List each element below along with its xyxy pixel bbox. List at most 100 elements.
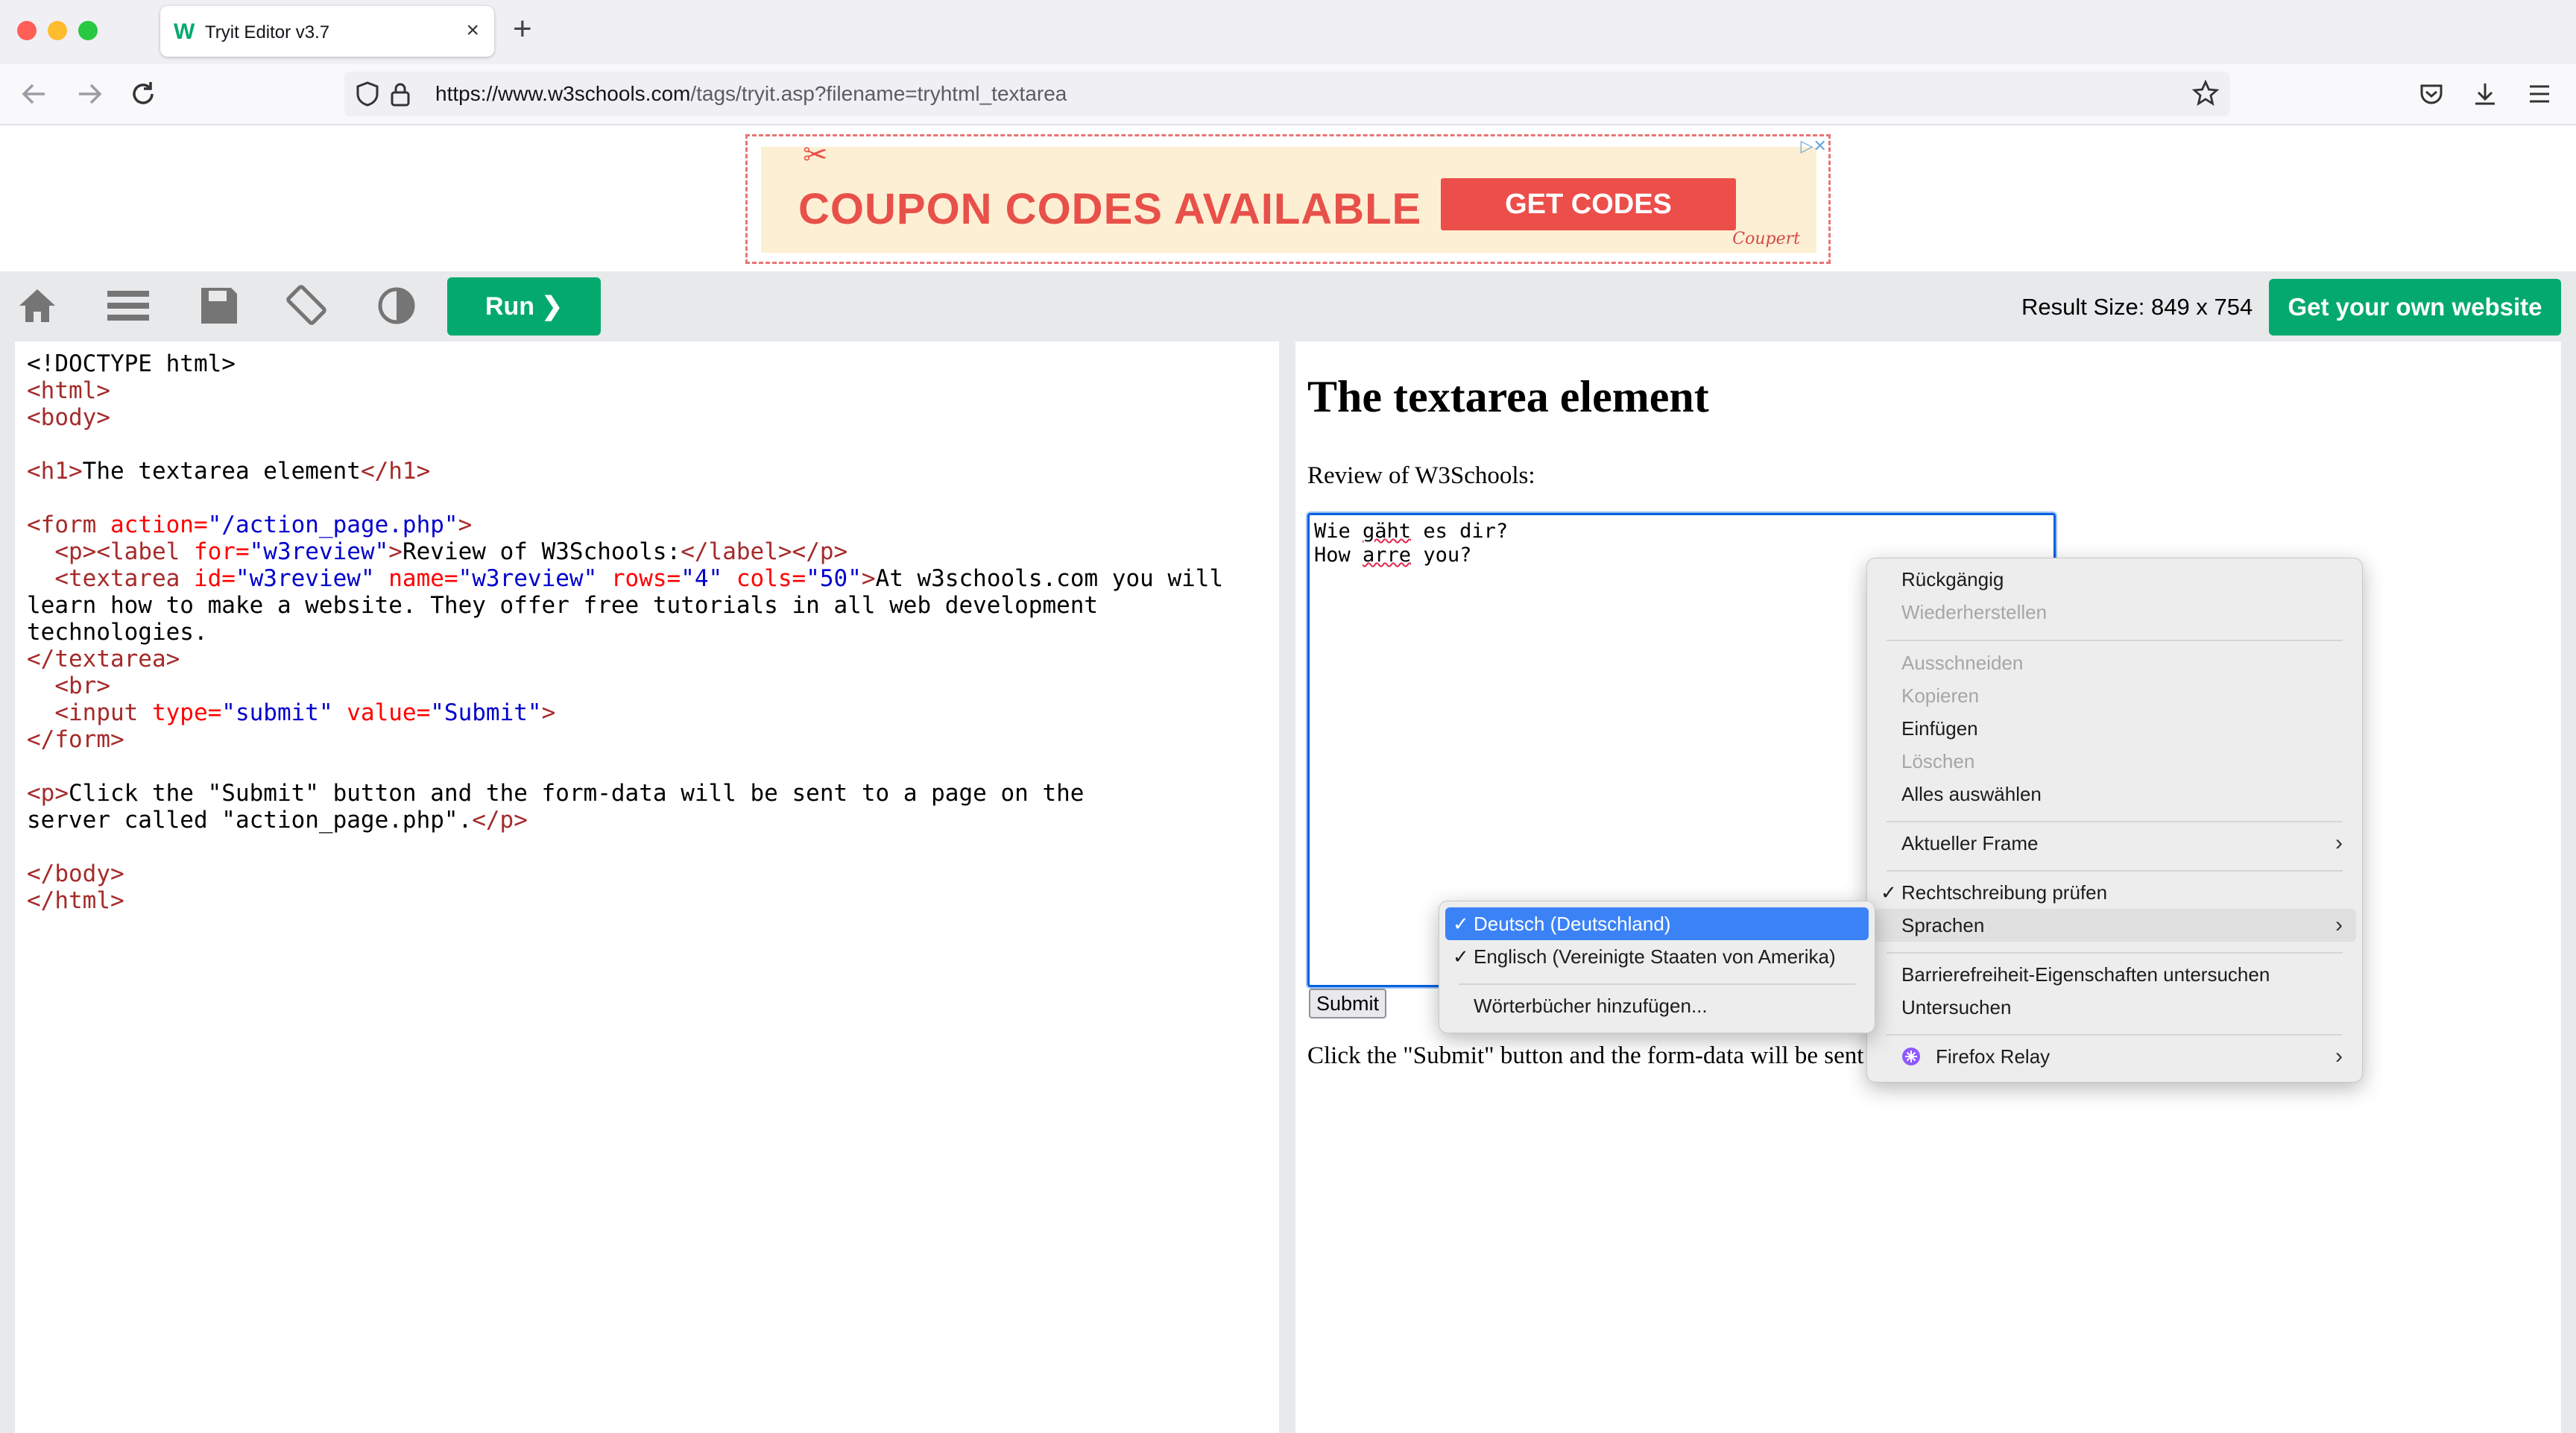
browser-tab[interactable]: W Tryit Editor v3.7 × bbox=[160, 6, 494, 57]
menu-separator bbox=[1887, 952, 2343, 954]
menu-item-add-dictionaries[interactable]: Wörterbücher hinzufügen... bbox=[1445, 989, 1869, 1022]
menu-separator bbox=[1887, 1034, 2343, 1036]
menu-item-label: Kopieren bbox=[1901, 684, 1980, 707]
code-tag: <input bbox=[54, 699, 139, 726]
code-tag: </form> bbox=[27, 726, 124, 753]
menu-item-label: Wiederherstellen bbox=[1901, 601, 2048, 623]
code-tag: > bbox=[458, 511, 473, 538]
ad-banner[interactable]: ✂ COUPON CODES AVAILABLE GET CODES Coupe… bbox=[745, 134, 1831, 264]
code-value: "50" bbox=[806, 565, 862, 592]
textarea-text: you? bbox=[1411, 544, 1472, 567]
get-codes-button[interactable]: GET CODES bbox=[1441, 178, 1736, 230]
close-window-button[interactable] bbox=[17, 21, 37, 40]
lock-icon[interactable] bbox=[389, 82, 411, 107]
menu-item-paste[interactable]: Einfügen bbox=[1873, 712, 2356, 745]
code-tag: </textarea> bbox=[27, 646, 180, 673]
theme-toggle-icon[interactable] bbox=[373, 283, 420, 328]
code-tag: > bbox=[861, 565, 876, 592]
pane-resize-handle[interactable] bbox=[1279, 340, 1295, 1433]
menu-item-spellcheck[interactable]: ✓ Rechtschreibung prüfen bbox=[1873, 876, 2356, 909]
ad-background: ✂ COUPON CODES AVAILABLE GET CODES Coupe… bbox=[761, 139, 1816, 253]
code-tag: </body> bbox=[27, 860, 124, 887]
menu-item-label: Ausschneiden bbox=[1901, 652, 2024, 674]
menu-item-current-frame[interactable]: Aktueller Frame › bbox=[1873, 827, 2356, 860]
menu-item-firefox-relay[interactable]: Firefox Relay › bbox=[1873, 1040, 2356, 1073]
ad-choices-icon[interactable]: ▷✕ bbox=[1801, 136, 1827, 156]
menu-item-label: Barrierefreiheit-Eigenschaften untersuch… bbox=[1901, 963, 2270, 986]
new-tab-button[interactable]: + bbox=[513, 10, 532, 48]
result-label[interactable]: Review of W3Schools: bbox=[1307, 462, 1535, 490]
language-item-german[interactable]: ✓ Deutsch (Deutschland) bbox=[1445, 907, 1869, 940]
menu-item-label: Deutsch (Deutschland) bbox=[1474, 913, 1671, 935]
download-icon[interactable] bbox=[2472, 81, 2498, 107]
menu-item-label: Firefox Relay bbox=[1936, 1045, 2051, 1068]
language-item-english-us[interactable]: ✓ Englisch (Vereinigte Staaten von Amerik… bbox=[1445, 940, 1869, 973]
menu-item-inspect[interactable]: Untersuchen bbox=[1873, 991, 2356, 1024]
code-text: Click the "Submit" button and the form-d… bbox=[27, 780, 1085, 834]
menu-separator bbox=[1887, 640, 2343, 641]
menu-item-accessibility-inspect[interactable]: Barrierefreiheit-Eigenschaften untersuch… bbox=[1873, 958, 2356, 991]
shield-icon[interactable] bbox=[355, 81, 380, 107]
menu-item-undo[interactable]: Rückgängig bbox=[1873, 563, 2356, 596]
menu-item-languages[interactable]: Sprachen › bbox=[1873, 909, 2356, 942]
context-menu: Rückgängig Wiederherstellen Ausschneiden… bbox=[1866, 558, 2363, 1083]
run-button[interactable]: Run ❯ bbox=[447, 277, 601, 336]
code-tag: <form bbox=[27, 511, 97, 538]
code-attr: for= bbox=[180, 538, 250, 565]
menu-icon[interactable] bbox=[2527, 82, 2552, 106]
menu-item-copy[interactable]: Kopieren bbox=[1873, 679, 2356, 712]
menu-item-label: Rückgängig bbox=[1901, 568, 2004, 590]
pocket-icon[interactable] bbox=[2418, 81, 2445, 107]
code-tag: > bbox=[388, 538, 402, 565]
checkmark-icon: ✓ bbox=[1881, 881, 1897, 904]
source-code[interactable]: <!DOCTYPE html> <html> <body> <h1>The te… bbox=[27, 350, 1279, 914]
tab-title: Tryit Editor v3.7 bbox=[205, 22, 330, 42]
chevron-right-icon: › bbox=[2335, 1044, 2343, 1068]
code-editor[interactable]: <!DOCTYPE html> <html> <body> <h1>The te… bbox=[15, 341, 1279, 1433]
url-host: https://www.w3schools.com bbox=[435, 82, 691, 105]
code-tag: </p> bbox=[472, 807, 528, 834]
menu-item-select-all[interactable]: Alles auswählen bbox=[1873, 778, 2356, 810]
code-tag: </h1> bbox=[360, 458, 431, 485]
tab-close-icon[interactable]: × bbox=[466, 18, 479, 43]
forward-icon[interactable] bbox=[75, 81, 104, 107]
menu-lines-icon[interactable] bbox=[104, 283, 152, 328]
menu-separator bbox=[1887, 870, 2343, 872]
minimize-window-button[interactable] bbox=[48, 21, 67, 40]
code-tag: <h1> bbox=[27, 458, 83, 485]
save-icon[interactable] bbox=[195, 283, 243, 328]
languages-submenu: ✓ Deutsch (Deutschland) ✓ Englisch (Verein… bbox=[1439, 901, 1875, 1033]
menu-separator bbox=[1459, 983, 1855, 985]
maximize-window-button[interactable] bbox=[78, 21, 98, 40]
get-your-own-website-button[interactable]: Get your own website bbox=[2269, 279, 2561, 336]
code-text: Review of W3Schools: bbox=[402, 538, 681, 565]
back-icon[interactable] bbox=[19, 81, 49, 107]
home-icon[interactable] bbox=[13, 283, 61, 328]
code-tag: </label> bbox=[681, 538, 792, 565]
misspelled-word: gäht bbox=[1363, 520, 1412, 543]
result-size-label: Result Size: 849 x 754 bbox=[2021, 294, 2253, 320]
menu-item-delete[interactable]: Löschen bbox=[1873, 745, 2356, 778]
ad-container: ✂ COUPON CODES AVAILABLE GET CODES Coupe… bbox=[0, 125, 2576, 271]
chevron-right-icon: › bbox=[2335, 831, 2343, 855]
submit-button[interactable]: Submit bbox=[1309, 989, 1386, 1018]
menu-item-redo[interactable]: Wiederherstellen bbox=[1873, 596, 2356, 629]
menu-item-cut[interactable]: Ausschneiden bbox=[1873, 646, 2356, 679]
menu-item-label: Löschen bbox=[1901, 750, 1975, 772]
url-text[interactable]: https://www.w3schools.com/tags/tryit.asp… bbox=[435, 82, 1067, 106]
tryit-toolbar: Run ❯ Result Size: 849 x 754 Get your ow… bbox=[0, 271, 2576, 340]
bookmark-star-icon[interactable] bbox=[2191, 79, 2220, 107]
menu-item-label: Aktueller Frame bbox=[1901, 832, 2039, 854]
code-value: "/action_page.php" bbox=[207, 511, 458, 538]
code-value: "submit" bbox=[221, 699, 333, 726]
reload-icon[interactable] bbox=[128, 79, 158, 109]
code-attr: cols= bbox=[722, 565, 806, 592]
code-tag: > bbox=[541, 699, 556, 726]
rotate-orientation-icon[interactable] bbox=[283, 283, 331, 328]
code-tag: </html> bbox=[27, 887, 124, 914]
chevron-right-icon: › bbox=[2335, 913, 2343, 937]
address-bar[interactable]: https://www.w3schools.com/tags/tryit.asp… bbox=[344, 72, 2230, 116]
menu-item-label: Sprachen bbox=[1901, 914, 1985, 936]
code-value: "w3review" bbox=[458, 565, 598, 592]
code-tag: <label bbox=[96, 538, 180, 565]
